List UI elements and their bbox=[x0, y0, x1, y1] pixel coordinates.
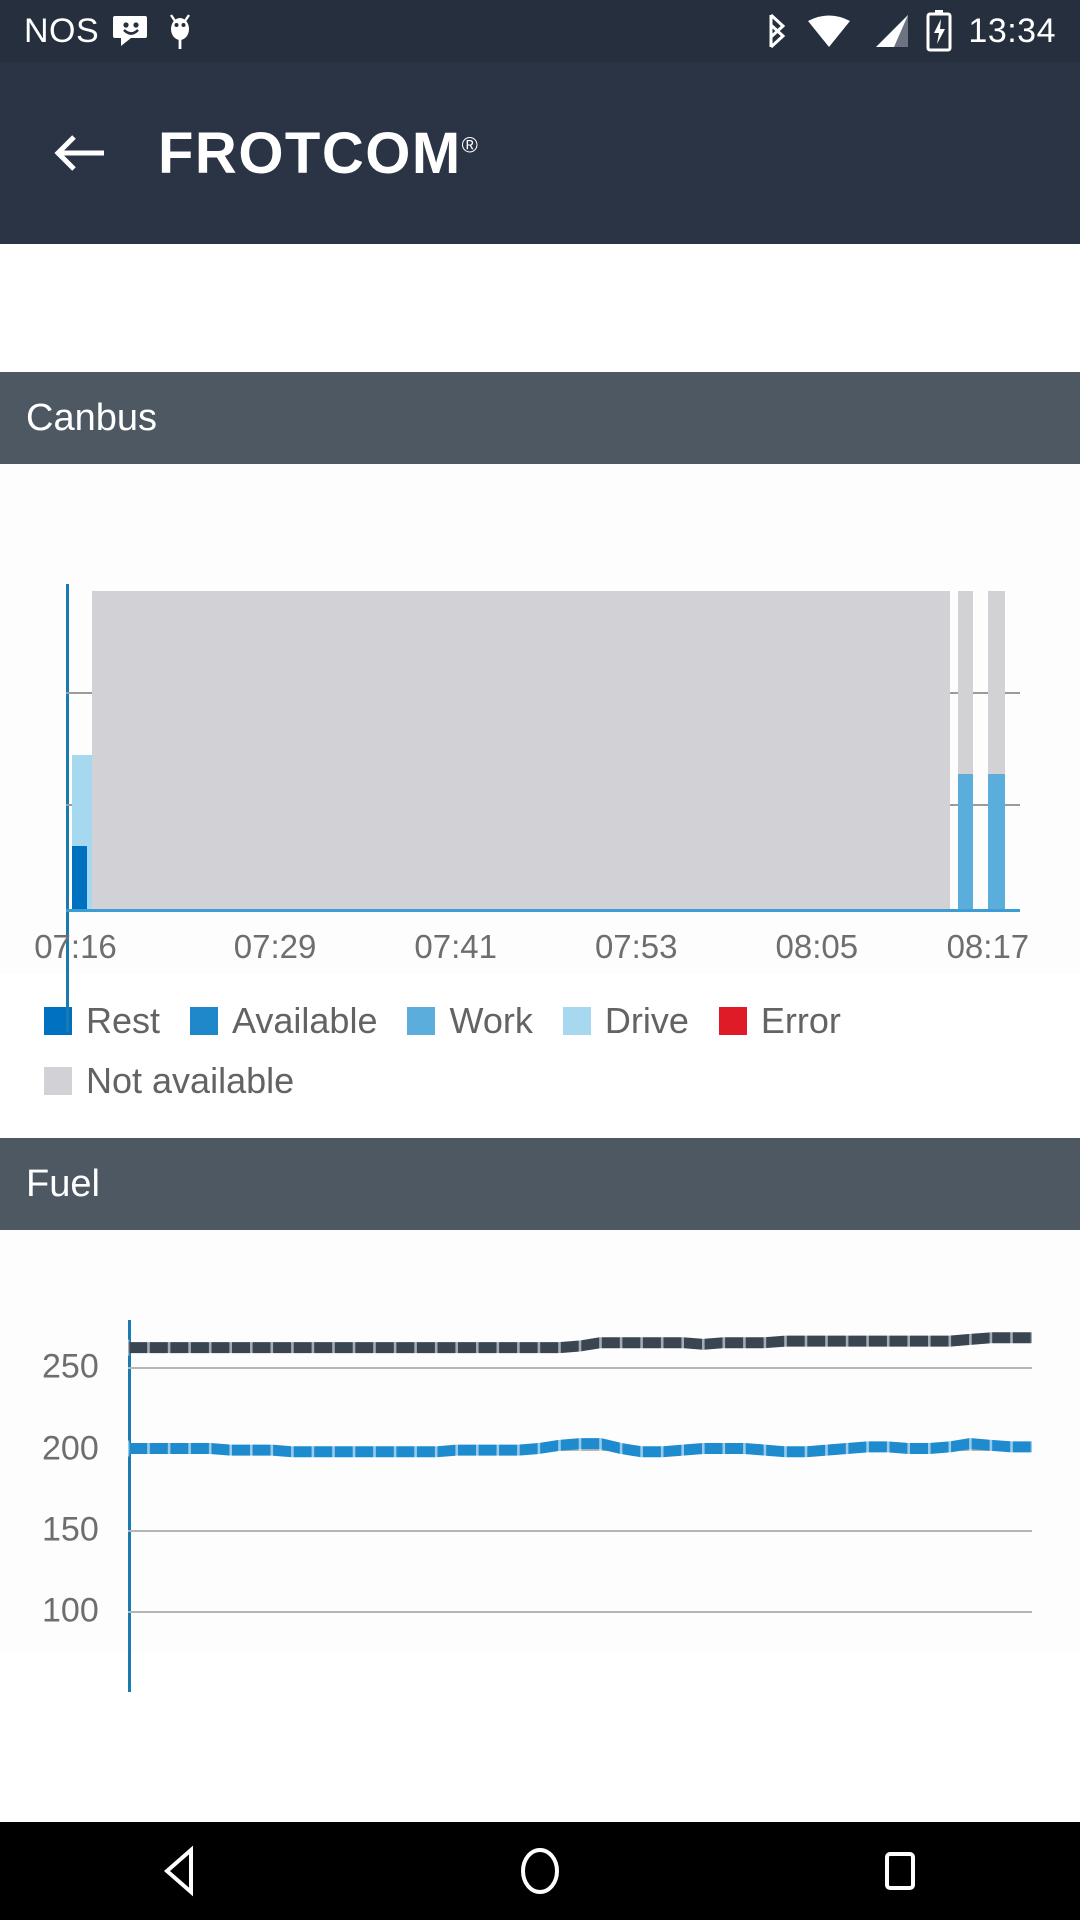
bluetooth-icon bbox=[764, 11, 790, 51]
legend-item-error[interactable]: Error bbox=[718, 1000, 841, 1042]
legend-item-work[interactable]: Work bbox=[407, 1000, 533, 1042]
wifi-icon bbox=[806, 13, 852, 49]
legend-item-not-available[interactable]: Not available bbox=[44, 1060, 294, 1102]
canbus-card: 07:16 07:29 07:41 07:53 08:05 08:17 Rest Avail… bbox=[0, 464, 1080, 1138]
legend-item-rest[interactable]: Rest bbox=[44, 1000, 160, 1042]
fuel-plot-area bbox=[128, 1302, 1032, 1652]
canbus-x-tick: 08:17 bbox=[946, 928, 1030, 965]
legend-label: Rest bbox=[86, 1000, 161, 1041]
canbus-x-tick: 07:53 bbox=[594, 928, 678, 965]
app-bar: FROTCOM® bbox=[0, 62, 1080, 244]
legend-swatch-icon bbox=[190, 1007, 219, 1035]
app-logo-text: FROTCOM bbox=[158, 120, 462, 186]
canbus-bar-not-available bbox=[91, 590, 951, 912]
android-navigation-bar bbox=[0, 1822, 1080, 1920]
app-logo: FROTCOM® bbox=[158, 120, 479, 187]
fuel-y-tick: 150 bbox=[42, 1510, 99, 1549]
scroll-content[interactable]: Canbus 07:16 07:29 07:41 07:53 08:05 08:17 Re… bbox=[0, 244, 1080, 1822]
canbus-legend: Rest Available Work Drive Error Not available bbox=[0, 974, 1080, 1138]
legend-label: Work bbox=[449, 1000, 533, 1041]
legend-swatch-icon bbox=[44, 1067, 72, 1095]
legend-label: Drive bbox=[604, 1000, 689, 1041]
nav-back-button[interactable] bbox=[120, 1822, 240, 1920]
phone-screen: NOS 13:34 FROTCOM® Canbus 07:16 07:29 07… bbox=[0, 0, 1080, 1920]
fuel-series-layer bbox=[128, 1329, 1032, 1460]
nav-recents-button[interactable] bbox=[840, 1822, 960, 1920]
canbus-bar-rest bbox=[71, 846, 87, 912]
carrier-label: NOS bbox=[24, 11, 100, 50]
canbus-bar-work bbox=[957, 774, 974, 912]
nav-home-button[interactable] bbox=[480, 1822, 600, 1920]
legend-label: Available bbox=[232, 1000, 378, 1041]
canbus-chart[interactable]: 07:16 07:29 07:41 07:53 08:05 08:17 bbox=[0, 464, 1080, 1032]
fuel-y-tick: 250 bbox=[42, 1347, 99, 1386]
message-smiley-icon bbox=[113, 14, 151, 48]
legend-item-available[interactable]: Available bbox=[190, 1000, 377, 1042]
legend-swatch-icon bbox=[407, 1007, 436, 1035]
section-title-fuel: Fuel bbox=[26, 1162, 100, 1205]
section-title-canbus: Canbus bbox=[26, 396, 157, 439]
legend-label: Error bbox=[760, 1000, 841, 1041]
section-header-canbus[interactable]: Canbus bbox=[0, 372, 1080, 464]
registered-mark: ® bbox=[461, 132, 480, 158]
status-bar-right: 13:34 bbox=[764, 10, 1056, 52]
canbus-bar-work bbox=[987, 774, 1005, 912]
battery-charging-icon bbox=[926, 10, 952, 52]
canbus-x-tick-labels: 07:16 07:29 07:41 07:53 08:05 08:17 bbox=[0, 916, 1080, 974]
legend-swatch-icon bbox=[718, 1007, 747, 1035]
status-bar-left: NOS bbox=[24, 11, 195, 51]
fuel-y-tick: 200 bbox=[42, 1429, 99, 1467]
legend-label: Not available bbox=[86, 1060, 295, 1101]
canbus-x-tick: 07:29 bbox=[233, 928, 317, 965]
legend-item-drive[interactable]: Drive bbox=[562, 1000, 689, 1042]
arrow-left-icon[interactable] bbox=[48, 121, 112, 185]
canbus-x-tick: 07:16 bbox=[34, 928, 117, 965]
canbus-x-tick: 08:05 bbox=[775, 928, 859, 965]
fuel-top-spacer bbox=[0, 1230, 1080, 1302]
section-header-fuel[interactable]: Fuel bbox=[0, 1138, 1080, 1230]
canbus-x-axis bbox=[66, 909, 1020, 912]
fuel-series-lower bbox=[128, 1435, 1032, 1460]
clock-label: 13:34 bbox=[968, 11, 1056, 50]
legend-swatch-icon bbox=[562, 1007, 591, 1035]
android-debug-bug-icon bbox=[165, 11, 195, 51]
fuel-chart[interactable]: 250 200 150 100 bbox=[0, 1302, 1080, 1692]
fuel-card: 250 200 150 100 bbox=[0, 1230, 1080, 1692]
canbus-x-tick: 07:41 bbox=[414, 928, 497, 965]
canbus-plot-area bbox=[66, 584, 1020, 912]
status-bar: NOS 13:34 bbox=[0, 0, 1080, 62]
cellular-signal-icon bbox=[868, 13, 910, 49]
fuel-y-tick: 100 bbox=[42, 1591, 99, 1630]
content-top-spacer bbox=[0, 244, 1080, 372]
fuel-series-upper bbox=[128, 1329, 1032, 1356]
